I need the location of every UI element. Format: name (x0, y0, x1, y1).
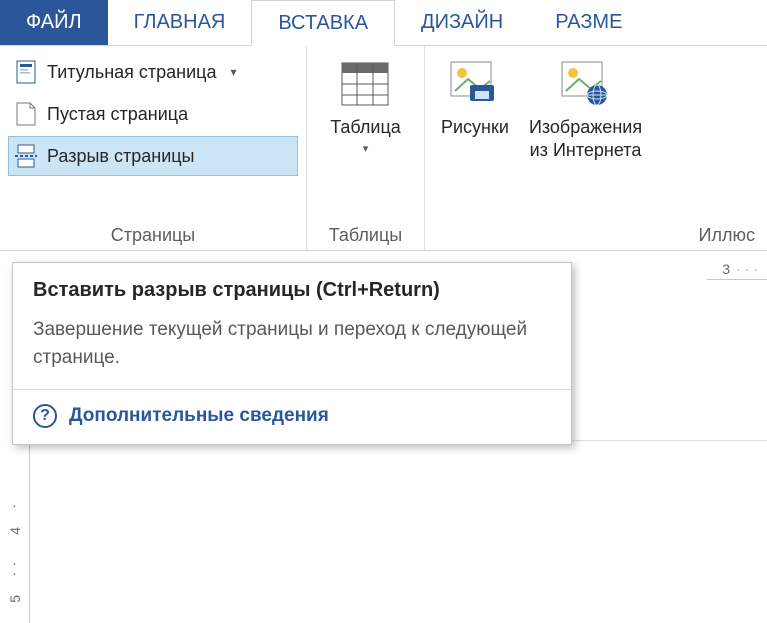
pictures-label: Рисунки (441, 116, 509, 139)
tooltip-page-break: Вставить разрыв страницы (Ctrl+Return) З… (12, 262, 572, 445)
group-pages: Титульная страница ▾ Пустая страница (0, 46, 307, 250)
ruler-horizontal: 3 · · · (707, 258, 767, 280)
table-button[interactable]: Таблица ▾ (322, 52, 409, 221)
tab-file[interactable]: ФАЙЛ (0, 0, 108, 45)
pictures-button[interactable]: Рисунки (433, 52, 517, 161)
pictures-icon (449, 58, 501, 110)
table-icon (339, 58, 391, 110)
page-break-icon (15, 143, 37, 169)
ruler-v-mark: 4 (7, 527, 23, 535)
blank-page-label: Пустая страница (47, 104, 188, 125)
online-pictures-label-2: из Интернета (530, 139, 642, 162)
group-illustrations: Рисунки Изображени (425, 46, 767, 250)
help-icon: ? (33, 404, 57, 428)
tooltip-more-link[interactable]: ? Дополнительные сведения (33, 404, 551, 428)
ribbon: Титульная страница ▾ Пустая страница (0, 46, 767, 251)
document-area[interactable] (30, 440, 767, 623)
cover-page-button[interactable]: Титульная страница ▾ (8, 52, 298, 92)
page-break-label: Разрыв страницы (47, 146, 195, 167)
blank-page-icon (15, 101, 37, 127)
online-pictures-button[interactable]: Изображения из Интернета (521, 52, 650, 161)
tab-layout[interactable]: РАЗМЕ (529, 0, 648, 45)
table-label: Таблица (330, 116, 401, 139)
tab-home[interactable]: ГЛАВНАЯ (108, 0, 252, 45)
tab-design[interactable]: ДИЗАЙН (395, 0, 529, 45)
dropdown-icon: ▾ (230, 65, 236, 79)
group-pages-label: Страницы (8, 221, 298, 246)
ruler-vertical: 5 · · 4 · (0, 440, 30, 623)
ruler-h-mark: 3 (716, 261, 736, 277)
tooltip-separator (13, 389, 571, 390)
cover-page-icon (15, 59, 37, 85)
page-break-button[interactable]: Разрыв страницы (8, 136, 298, 176)
dropdown-icon: ▾ (363, 143, 369, 157)
cover-page-label: Титульная страница (47, 62, 216, 83)
online-pictures-icon (560, 58, 612, 110)
ribbon-tabs: ФАЙЛ ГЛАВНАЯ ВСТАВКА ДИЗАЙН РАЗМЕ (0, 0, 767, 46)
online-pictures-label-1: Изображения (529, 116, 642, 139)
tooltip-description: Завершение текущей страницы и переход к … (33, 316, 551, 371)
tooltip-more-label: Дополнительные сведения (69, 405, 329, 427)
tab-insert[interactable]: ВСТАВКА (251, 0, 395, 46)
group-tables-label: Таблицы (315, 221, 416, 246)
ruler-v-mark: 5 (7, 595, 23, 603)
blank-page-button[interactable]: Пустая страница (8, 94, 298, 134)
group-illustrations-label: Иллюс (433, 221, 759, 246)
tooltip-title: Вставить разрыв страницы (Ctrl+Return) (33, 279, 551, 302)
group-tables: Таблица ▾ Таблицы (307, 46, 425, 250)
